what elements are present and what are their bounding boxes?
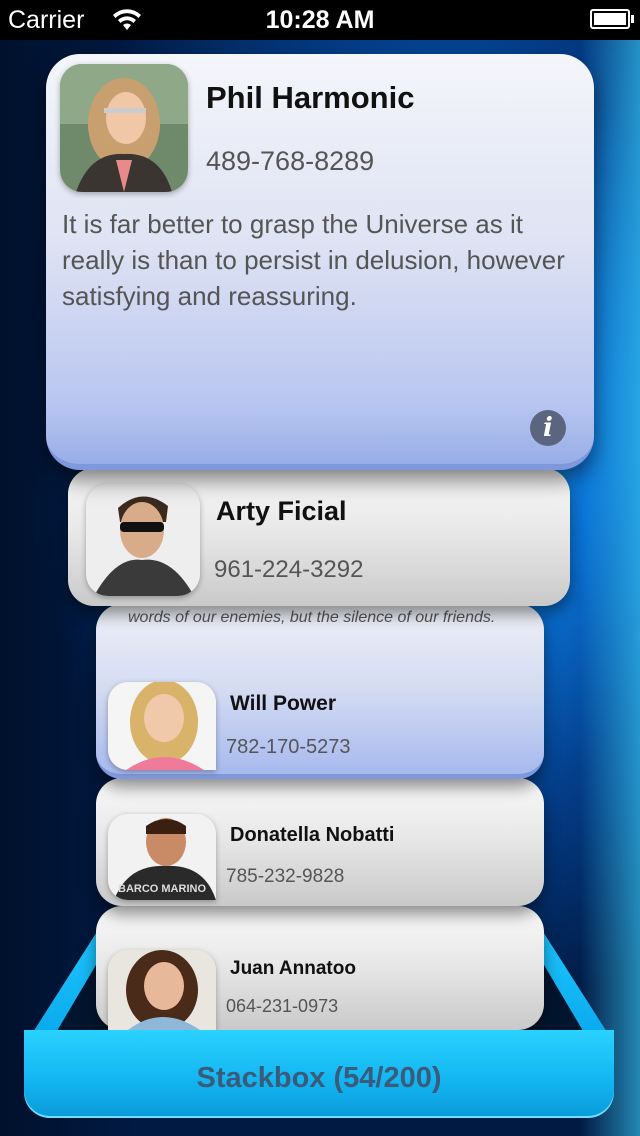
clock: 10:28 AM [265, 6, 375, 34]
quote-snippet: words of our enemies, but the silence of… [128, 609, 496, 626]
contact-card-arty[interactable]: Arty Ficial 961-224-3292 [68, 468, 570, 606]
avatar-donatella: BARCO MARINO [108, 814, 216, 900]
contact-quote: It is far better to grasp the Universe a… [62, 209, 565, 311]
status-bar: Carrier 10:28 AM [0, 0, 640, 40]
contact-card-juan[interactable]: Juan Annatoo 064-231-0973 [96, 906, 544, 1030]
svg-text:BARCO MARINO: BARCO MARINO [118, 883, 206, 895]
contact-card-phil-expanded[interactable]: Phil Harmonic 489-768-8289 It is far bet… [46, 54, 594, 470]
contact-phone: 064-231-0973 [226, 996, 339, 1016]
contact-phone: 489-768-8289 [206, 146, 375, 176]
contact-name: Juan Annatoo [230, 958, 356, 979]
contact-card-donatella[interactable]: BARCO MARINO Donatella Nobatti 785-232-9… [96, 778, 544, 906]
contact-card-will[interactable]: words of our enemies, but the silence of… [96, 604, 544, 779]
stackbox-label: Stackbox (54/200) [196, 1062, 442, 1094]
avatar-will [108, 682, 216, 770]
avatar-phil [60, 64, 188, 192]
contact-phone: 785-232-9828 [226, 866, 345, 887]
contact-name: Donatella Nobatti [230, 824, 395, 846]
contact-phone: 782-170-5273 [226, 736, 351, 758]
contact-name: Phil Harmonic [206, 80, 415, 115]
info-icon[interactable]: i [530, 410, 566, 446]
battery-icon [590, 9, 634, 29]
contact-name: Will Power [230, 692, 336, 715]
contact-name: Arty Ficial [216, 496, 347, 526]
stackbox-button[interactable]: Stackbox (54/200) [24, 1030, 614, 1118]
contact-phone: 961-224-3292 [214, 556, 364, 583]
avatar-juan [108, 950, 216, 1030]
avatar-arty [86, 484, 200, 596]
